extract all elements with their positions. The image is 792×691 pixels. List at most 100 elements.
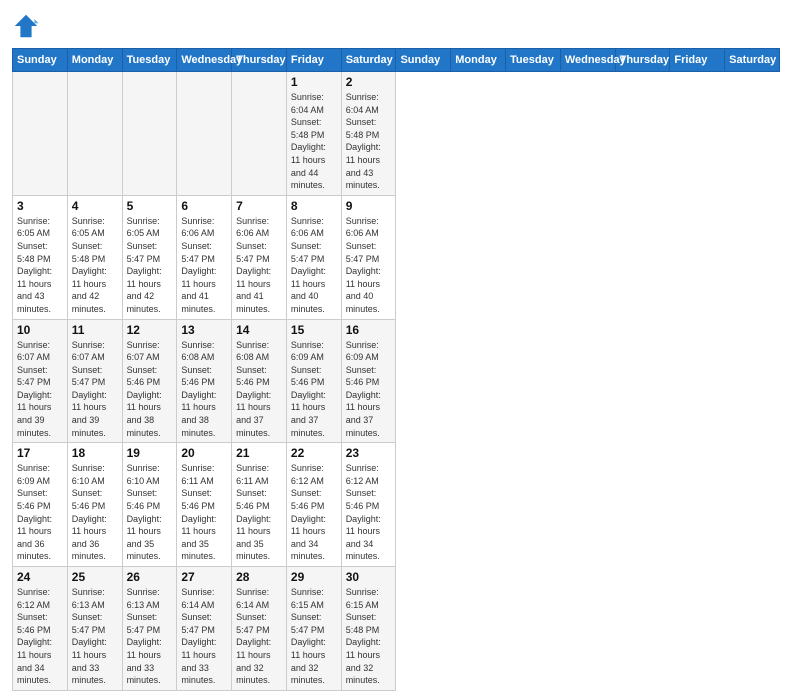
calendar-cell: 20Sunrise: 6:11 AM Sunset: 5:46 PM Dayli… <box>177 443 232 567</box>
day-info: Sunrise: 6:12 AM Sunset: 5:46 PM Dayligh… <box>291 462 337 563</box>
calendar-cell: 18Sunrise: 6:10 AM Sunset: 5:46 PM Dayli… <box>67 443 122 567</box>
day-number: 2 <box>346 75 392 89</box>
day-info: Sunrise: 6:11 AM Sunset: 5:46 PM Dayligh… <box>236 462 282 563</box>
calendar-cell: 10 Sunrise: 6:07 AM Sunset: 5:47 PM Dayli… <box>13 319 68 443</box>
day-number: 15 <box>291 323 337 337</box>
day-info: Sunrise: 6:05 AM Sunset: 5:48 PM Dayligh… <box>17 215 63 316</box>
logo-icon <box>12 12 40 40</box>
day-number: 28 <box>236 570 282 584</box>
day-header-thursday: Thursday <box>232 49 287 72</box>
day-number: 11 <box>72 323 118 337</box>
day-number: 24 <box>17 570 63 584</box>
day-info: Sunrise: 6:12 AM Sunset: 5:46 PM Dayligh… <box>346 462 392 563</box>
day-info: Sunrise: 6:12 AM Sunset: 5:46 PM Dayligh… <box>17 586 63 687</box>
day-info: Sunrise: 6:08 AM Sunset: 5:46 PM Dayligh… <box>181 339 227 440</box>
day-info: Sunrise: 6:14 AM Sunset: 5:47 PM Dayligh… <box>236 586 282 687</box>
day-info: Sunrise: 6:06 AM Sunset: 5:47 PM Dayligh… <box>346 215 392 316</box>
day-header-wednesday: Wednesday <box>177 49 232 72</box>
calendar-cell: 3 Sunrise: 6:05 AM Sunset: 5:48 PM Daylig… <box>13 195 68 319</box>
day-info: Sunrise: 6:09 AM Sunset: 5:46 PM Dayligh… <box>346 339 392 440</box>
calendar-header-row: SundayMondayTuesdayWednesdayThursdayFrid… <box>13 49 780 72</box>
calendar-cell: 4 Sunrise: 6:05 AM Sunset: 5:48 PM Daylig… <box>67 195 122 319</box>
day-info: Sunrise: 6:08 AM Sunset: 5:46 PM Dayligh… <box>236 339 282 440</box>
day-info: Sunrise: 6:06 AM Sunset: 5:47 PM Dayligh… <box>181 215 227 316</box>
calendar-week-3: 10 Sunrise: 6:07 AM Sunset: 5:47 PM Dayli… <box>13 319 780 443</box>
day-info: Sunrise: 6:07 AM Sunset: 5:47 PM Dayligh… <box>17 339 63 440</box>
calendar-cell: 15Sunrise: 6:09 AM Sunset: 5:46 PM Dayli… <box>286 319 341 443</box>
day-info: Sunrise: 6:05 AM Sunset: 5:48 PM Dayligh… <box>72 215 118 316</box>
day-info: Sunrise: 6:15 AM Sunset: 5:48 PM Dayligh… <box>346 586 392 687</box>
calendar-cell: 1Sunrise: 6:04 AM Sunset: 5:48 PM Daylig… <box>286 72 341 196</box>
calendar-cell <box>177 72 232 196</box>
day-number: 10 <box>17 323 63 337</box>
calendar-cell: 9 Sunrise: 6:06 AM Sunset: 5:47 PM Daylig… <box>341 195 396 319</box>
day-number: 6 <box>181 199 227 213</box>
calendar-cell: 28 Sunrise: 6:14 AM Sunset: 5:47 PM Dayli… <box>232 567 287 691</box>
calendar-cell: 23Sunrise: 6:12 AM Sunset: 5:46 PM Dayli… <box>341 443 396 567</box>
day-number: 9 <box>346 199 392 213</box>
day-info: Sunrise: 6:07 AM Sunset: 5:46 PM Dayligh… <box>127 339 173 440</box>
day-info: Sunrise: 6:14 AM Sunset: 5:47 PM Dayligh… <box>181 586 227 687</box>
day-header-saturday: Saturday <box>725 49 780 72</box>
day-number: 5 <box>127 199 173 213</box>
day-number: 12 <box>127 323 173 337</box>
calendar-cell: 17Sunrise: 6:09 AM Sunset: 5:46 PM Dayli… <box>13 443 68 567</box>
calendar-cell: 14 Sunrise: 6:08 AM Sunset: 5:46 PM Dayli… <box>232 319 287 443</box>
day-header-tuesday: Tuesday <box>506 49 561 72</box>
day-number: 7 <box>236 199 282 213</box>
day-info: Sunrise: 6:04 AM Sunset: 5:48 PM Dayligh… <box>346 91 392 192</box>
calendar-cell: 30Sunrise: 6:15 AM Sunset: 5:48 PM Dayli… <box>341 567 396 691</box>
day-header-saturday: Saturday <box>341 49 396 72</box>
day-header-sunday: Sunday <box>396 49 451 72</box>
day-number: 19 <box>127 446 173 460</box>
calendar-cell: 6 Sunrise: 6:06 AM Sunset: 5:47 PM Daylig… <box>177 195 232 319</box>
calendar-cell <box>232 72 287 196</box>
calendar-week-1: 1Sunrise: 6:04 AM Sunset: 5:48 PM Daylig… <box>13 72 780 196</box>
calendar-cell: 29 Sunrise: 6:15 AM Sunset: 5:47 PM Dayli… <box>286 567 341 691</box>
day-header-sunday: Sunday <box>13 49 68 72</box>
calendar-cell: 26 Sunrise: 6:13 AM Sunset: 5:47 PM Dayli… <box>122 567 177 691</box>
day-header-tuesday: Tuesday <box>122 49 177 72</box>
day-number: 20 <box>181 446 227 460</box>
day-number: 21 <box>236 446 282 460</box>
day-info: Sunrise: 6:13 AM Sunset: 5:47 PM Dayligh… <box>127 586 173 687</box>
calendar-week-5: 24 Sunrise: 6:12 AM Sunset: 5:46 PM Dayli… <box>13 567 780 691</box>
day-info: Sunrise: 6:06 AM Sunset: 5:47 PM Dayligh… <box>236 215 282 316</box>
day-number: 14 <box>236 323 282 337</box>
day-number: 8 <box>291 199 337 213</box>
day-info: Sunrise: 6:15 AM Sunset: 5:47 PM Dayligh… <box>291 586 337 687</box>
day-number: 29 <box>291 570 337 584</box>
day-info: Sunrise: 6:04 AM Sunset: 5:48 PM Dayligh… <box>291 91 337 192</box>
calendar-cell: 21 Sunrise: 6:11 AM Sunset: 5:46 PM Dayli… <box>232 443 287 567</box>
day-number: 25 <box>72 570 118 584</box>
day-number: 4 <box>72 199 118 213</box>
calendar-cell: 16 Sunrise: 6:09 AM Sunset: 5:46 PM Dayli… <box>341 319 396 443</box>
day-number: 26 <box>127 570 173 584</box>
calendar-cell: 12 Sunrise: 6:07 AM Sunset: 5:46 PM Dayli… <box>122 319 177 443</box>
day-info: Sunrise: 6:13 AM Sunset: 5:47 PM Dayligh… <box>72 586 118 687</box>
calendar-week-4: 17Sunrise: 6:09 AM Sunset: 5:46 PM Dayli… <box>13 443 780 567</box>
day-header-thursday: Thursday <box>615 49 670 72</box>
day-header-wednesday: Wednesday <box>560 49 615 72</box>
calendar-cell: 25 Sunrise: 6:13 AM Sunset: 5:47 PM Dayli… <box>67 567 122 691</box>
logo <box>12 12 44 40</box>
calendar-cell: 24 Sunrise: 6:12 AM Sunset: 5:46 PM Dayli… <box>13 567 68 691</box>
calendar-week-2: 3 Sunrise: 6:05 AM Sunset: 5:48 PM Daylig… <box>13 195 780 319</box>
day-header-monday: Monday <box>451 49 506 72</box>
calendar-cell <box>67 72 122 196</box>
calendar-cell: 8Sunrise: 6:06 AM Sunset: 5:47 PM Daylig… <box>286 195 341 319</box>
calendar-cell: 27Sunrise: 6:14 AM Sunset: 5:47 PM Dayli… <box>177 567 232 691</box>
calendar-cell: 22Sunrise: 6:12 AM Sunset: 5:46 PM Dayli… <box>286 443 341 567</box>
day-number: 3 <box>17 199 63 213</box>
day-number: 16 <box>346 323 392 337</box>
calendar-cell <box>13 72 68 196</box>
day-info: Sunrise: 6:09 AM Sunset: 5:46 PM Dayligh… <box>17 462 63 563</box>
calendar-cell: 5 Sunrise: 6:05 AM Sunset: 5:47 PM Daylig… <box>122 195 177 319</box>
day-info: Sunrise: 6:05 AM Sunset: 5:47 PM Dayligh… <box>127 215 173 316</box>
calendar-cell <box>122 72 177 196</box>
day-info: Sunrise: 6:07 AM Sunset: 5:47 PM Dayligh… <box>72 339 118 440</box>
calendar-cell: 19Sunrise: 6:10 AM Sunset: 5:46 PM Dayli… <box>122 443 177 567</box>
calendar-table: SundayMondayTuesdayWednesdayThursdayFrid… <box>12 48 780 691</box>
day-header-monday: Monday <box>67 49 122 72</box>
calendar-cell: 13Sunrise: 6:08 AM Sunset: 5:46 PM Dayli… <box>177 319 232 443</box>
